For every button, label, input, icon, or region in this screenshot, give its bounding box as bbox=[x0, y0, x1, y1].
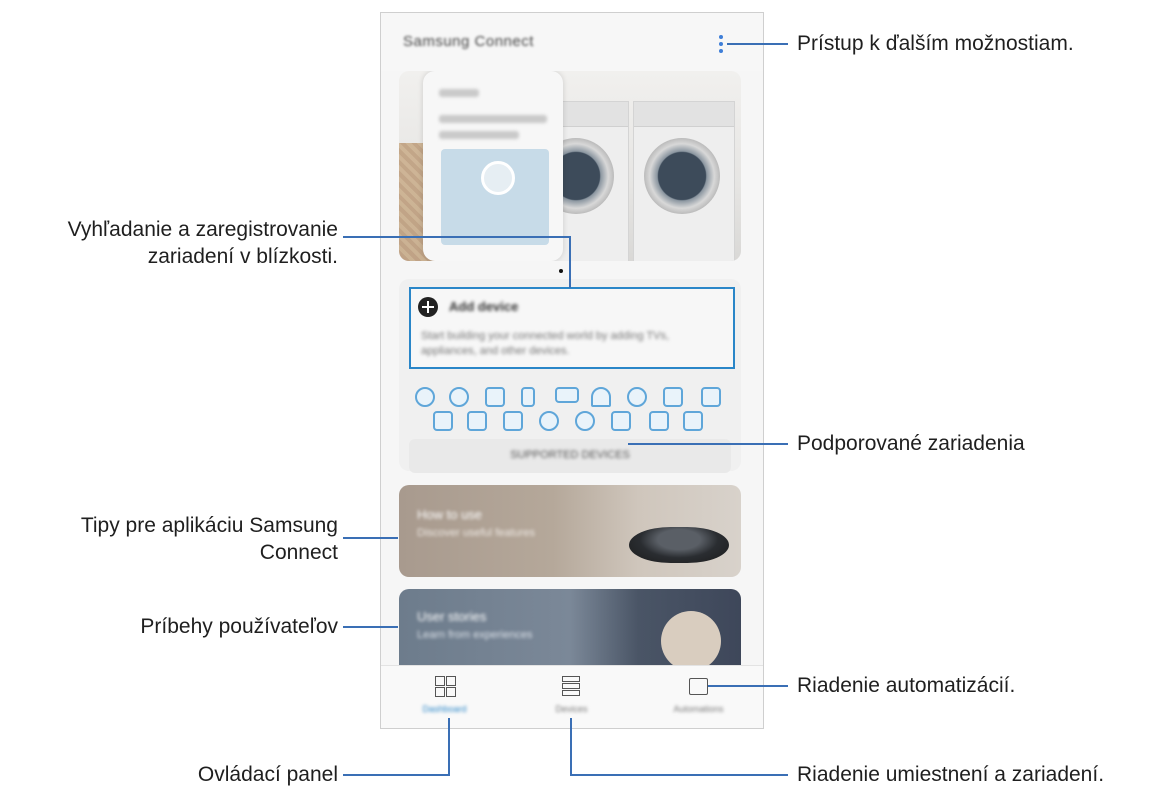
annotation-tips-2: Connect bbox=[259, 541, 338, 564]
annotation-find-devices-2: zariadení v blízkosti. bbox=[147, 245, 338, 268]
annotation-find-devices-1: Vyhľadanie a zaregistrovanie bbox=[67, 218, 338, 241]
annotation-dashboard: Ovládací panel bbox=[197, 763, 338, 786]
annotation-supported-devices: Podporované zariadenia bbox=[797, 432, 1025, 455]
annotation-locations-devices: Riadenie umiestnení a zariadení. bbox=[797, 763, 1105, 786]
leader-locations bbox=[570, 718, 788, 776]
annotation-tips-1: Tipy pre aplikáciu Samsung bbox=[80, 514, 338, 537]
leader-dashboard bbox=[343, 718, 450, 776]
leader-find-devices bbox=[343, 236, 571, 288]
annotation-more-options: Prístup k ďalším možnostiam. bbox=[797, 32, 1074, 55]
annotation-user-stories: Príbehy používateľov bbox=[140, 615, 338, 638]
annotation-automations: Riadenie automatizácií. bbox=[797, 674, 1016, 697]
